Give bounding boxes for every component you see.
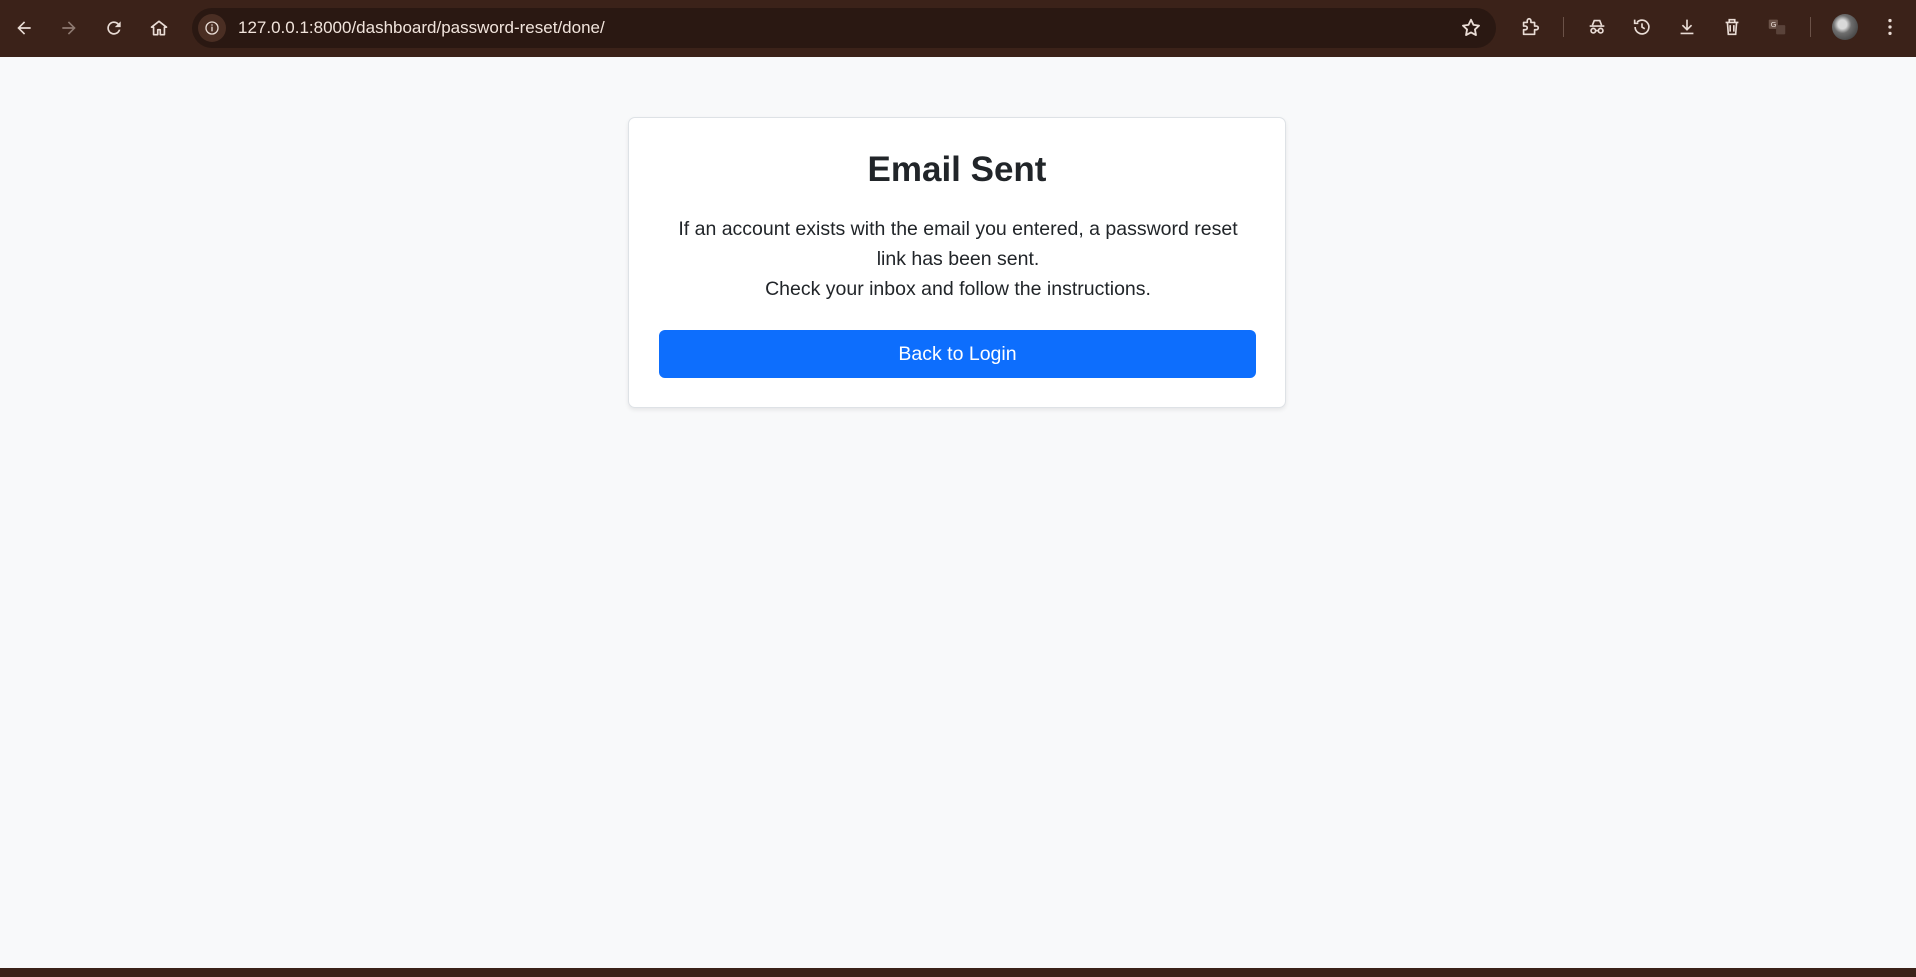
trash-button[interactable]: [1720, 15, 1744, 39]
incognito-button[interactable]: [1585, 15, 1609, 39]
trash-icon: [1725, 18, 1739, 36]
toolbar-separator: [1563, 17, 1564, 37]
history-button[interactable]: [1630, 15, 1654, 39]
back-to-login-button[interactable]: Back to Login: [659, 330, 1256, 378]
forward-button[interactable]: [52, 11, 86, 45]
address-bar[interactable]: 127.0.0.1:8000/dashboard/password-reset/…: [192, 8, 1496, 48]
card-message: If an account exists with the email you …: [669, 214, 1247, 304]
site-info-icon: [205, 21, 219, 35]
card-title: Email Sent: [867, 150, 1047, 189]
translate-icon: G: [1768, 19, 1786, 35]
extensions-button[interactable]: [1518, 15, 1542, 39]
extensions-icon: [1522, 17, 1540, 36]
history-icon: [1633, 19, 1650, 35]
download-icon: [1680, 19, 1694, 35]
back-icon: [17, 21, 31, 35]
reload-icon: [107, 21, 121, 35]
message-line-2: Check your inbox and follow the instruct…: [765, 278, 1151, 300]
browser-toolbar: 127.0.0.1:8000/dashboard/password-reset/…: [0, 0, 1916, 57]
download-button[interactable]: [1675, 15, 1699, 39]
os-taskbar: [0, 968, 1916, 977]
translate-button[interactable]: G: [1765, 15, 1789, 39]
more-menu-button[interactable]: [1878, 15, 1902, 39]
incognito-icon: [1589, 19, 1605, 34]
url-text[interactable]: 127.0.0.1:8000/dashboard/password-reset/…: [238, 18, 605, 38]
email-sent-card: Email Sent If an account exists with the…: [628, 117, 1286, 408]
toolbar-separator: [1810, 17, 1811, 37]
svg-text:G: G: [1771, 20, 1777, 29]
bookmark-star-icon[interactable]: [1460, 17, 1482, 39]
forward-icon: [62, 21, 76, 35]
profile-avatar[interactable]: [1832, 14, 1858, 40]
home-button[interactable]: [142, 11, 176, 45]
message-line-1: If an account exists with the email you …: [678, 218, 1238, 270]
home-icon: [150, 20, 168, 36]
reload-button[interactable]: [97, 11, 131, 45]
site-info-button[interactable]: [198, 14, 226, 42]
back-button[interactable]: [7, 11, 41, 45]
more-menu-icon: [1888, 18, 1892, 36]
